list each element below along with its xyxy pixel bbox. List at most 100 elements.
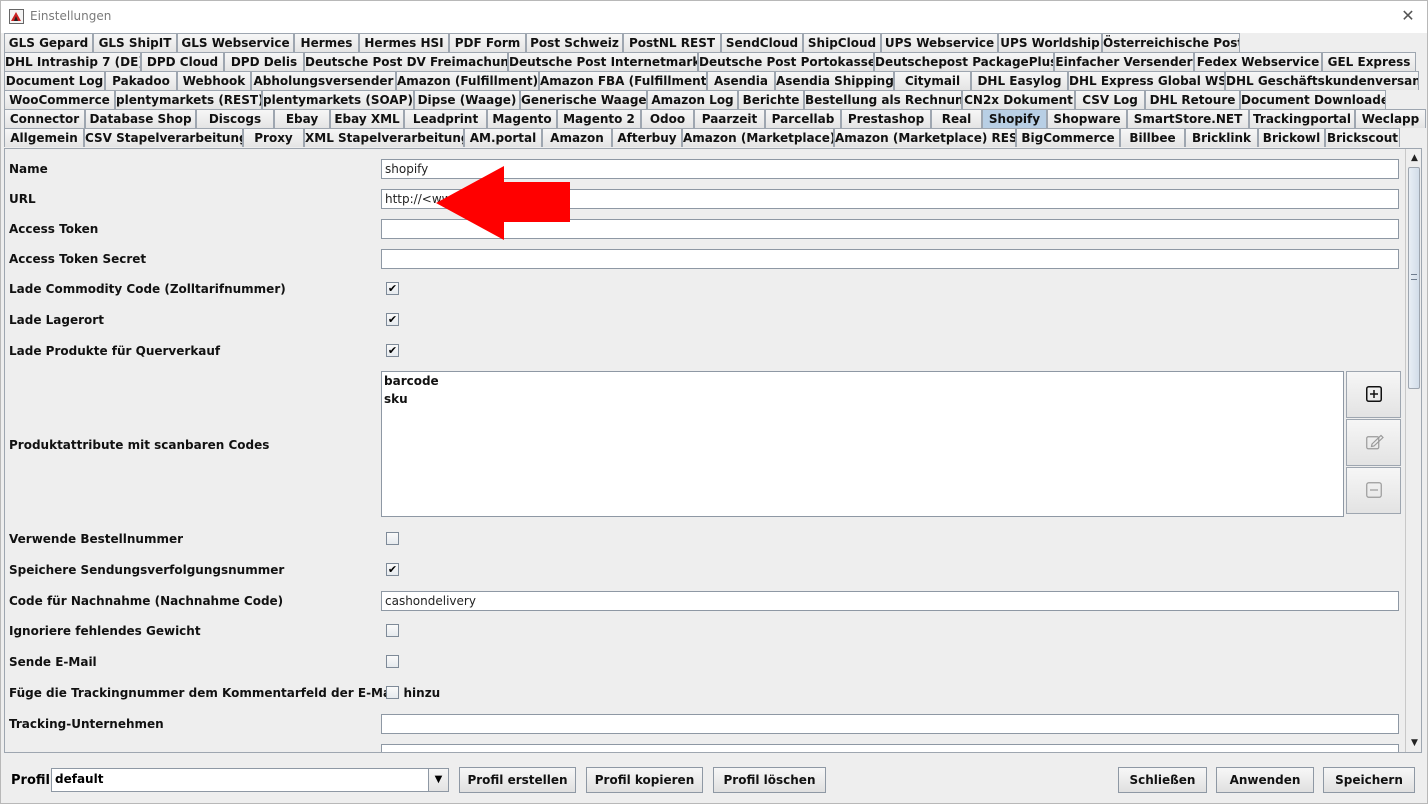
fuege-tracking-checkbox[interactable] [386,686,399,699]
tab-connector[interactable]: Connector [4,109,85,128]
tab-real[interactable]: Real [931,109,982,128]
tab-cn2x-dokument[interactable]: CN2x Dokument [962,90,1075,109]
tab-weclapp[interactable]: Weclapp [1355,109,1426,128]
tab-dhl-easylog[interactable]: DHL Easylog [971,71,1068,90]
tracking-unternehmen-field[interactable] [381,714,1399,734]
tab-abholungsversender[interactable]: Abholungsversender [251,71,396,90]
tab-amazon-marketplace[interactable]: Amazon (Marketplace) [682,128,834,147]
tab-document-downloader[interactable]: Document Downloader [1240,90,1386,109]
tab-dipse-waage[interactable]: Dipse (Waage) [414,90,520,109]
verwende-bestellnummer-checkbox[interactable] [386,532,399,545]
ignoriere-gewicht-checkbox[interactable] [386,624,399,637]
tab-dhl-express-global-ws[interactable]: DHL Express Global WS [1068,71,1225,90]
remove-attribute-button[interactable] [1346,467,1401,514]
tab-gls-webservice[interactable]: GLS Webservice [177,33,294,52]
tab-gel-express[interactable]: GEL Express [1322,52,1416,71]
tab-deutsche-post-dv-freimachung[interactable]: Deutsche Post DV Freimachung [304,52,508,71]
list-item[interactable]: barcode [382,372,1343,390]
sende-email-checkbox[interactable] [386,655,399,668]
tab-citymail[interactable]: Citymail [894,71,971,90]
close-button[interactable]: Schließen [1118,767,1207,793]
scroll-up-arrow-icon[interactable]: ▲ [1408,152,1421,164]
scroll-down-arrow-icon[interactable]: ▼ [1408,737,1421,749]
tab-prestashop[interactable]: Prestashop [841,109,931,128]
tab-berichte[interactable]: Berichte [738,90,804,109]
tab-amazon-log[interactable]: Amazon Log [647,90,738,109]
profile-delete-button[interactable]: Profil löschen [713,767,826,793]
tab-asendia[interactable]: Asendia [707,71,775,90]
tab-shopware[interactable]: Shopware [1047,109,1127,128]
tab-brickscout[interactable]: Brickscout [1325,128,1400,147]
tab-ebay[interactable]: Ebay [274,109,330,128]
tab-csv-log[interactable]: CSV Log [1075,90,1145,109]
tab-csv-stapelverarbeitung[interactable]: CSV Stapelverarbeitung [84,128,243,147]
tab-dhl-retoure[interactable]: DHL Retoure [1145,90,1240,109]
tab-woocommerce[interactable]: WooCommerce [4,90,115,109]
profile-create-button[interactable]: Profil erstellen [459,767,576,793]
tab-dpd-cloud[interactable]: DPD Cloud [141,52,224,71]
tab-deutsche-post-internetmarke[interactable]: Deutsche Post Internetmarke [508,52,698,71]
tab-xml-stapelverarbeitung[interactable]: XML Stapelverarbeitung [304,128,464,147]
tab-dhl-geschäftskundenversand[interactable]: DHL Geschäftskundenversand [1225,71,1419,90]
tab-paarzeit[interactable]: Paarzeit [694,109,765,128]
lade-produkte-checkbox[interactable]: ✔ [386,344,399,357]
tab-odoo[interactable]: Odoo [641,109,694,128]
list-item[interactable]: sku [382,390,1343,408]
tab-bestellung-als-rechnung[interactable]: Bestellung als Rechnung [804,90,962,109]
tab-afterbuy[interactable]: Afterbuy [612,128,682,147]
tab-brickowl[interactable]: Brickowl [1258,128,1325,147]
tab-bigcommerce[interactable]: BigCommerce [1016,128,1120,147]
tab-billbee[interactable]: Billbee [1120,128,1185,147]
tab-asendia-shipping[interactable]: Asendia Shipping [775,71,894,90]
tab-einfacher-versender[interactable]: Einfacher Versender [1054,52,1194,71]
tab-ups-worldship[interactable]: UPS Worldship [998,33,1102,52]
tab-hermes[interactable]: Hermes [294,33,359,52]
tab-bricklink[interactable]: Bricklink [1185,128,1258,147]
tab-plentymarkets-soap[interactable]: plentymarkets (SOAP) [262,90,414,109]
next-field[interactable] [381,744,1399,752]
tab-post-schweiz[interactable]: Post Schweiz [526,33,623,52]
tab-ups-webservice[interactable]: UPS Webservice [881,33,998,52]
tab-am-portal[interactable]: AM.portal [464,128,542,147]
tab-amazon-fba-fulfillment[interactable]: Amazon FBA (Fulfillment) [539,71,707,90]
apply-button[interactable]: Anwenden [1216,767,1314,793]
tab-leadprint[interactable]: Leadprint [404,109,487,128]
produktattribute-list[interactable]: barcode sku [381,371,1344,517]
chevron-down-icon[interactable]: ▼ [428,769,448,791]
edit-attribute-button[interactable] [1346,419,1401,466]
speichere-sendung-checkbox[interactable]: ✔ [386,563,399,576]
tab-sendcloud[interactable]: SendCloud [721,33,803,52]
tab-magento[interactable]: Magento [487,109,557,128]
tab-deutsche-post-portokasse[interactable]: Deutsche Post Portokasse [698,52,874,71]
tab-österreichische-post[interactable]: Österreichische Post [1102,33,1240,52]
nachnahme-field[interactable]: cashondelivery [381,591,1399,611]
tab-webhook[interactable]: Webhook [177,71,251,90]
tab-document-log[interactable]: Document Log [4,71,105,90]
tab-dhl-intraship-7-de[interactable]: DHL Intraship 7 (DE) [4,52,141,71]
tab-gls-shipit[interactable]: GLS ShipIT [93,33,177,52]
tab-magento-2[interactable]: Magento 2 [557,109,641,128]
tab-dpd-delis[interactable]: DPD Delis [224,52,304,71]
tab-hermes-hsi[interactable]: Hermes HSI [359,33,449,52]
tab-proxy[interactable]: Proxy [243,128,304,147]
tab-amazon-marketplace-rest[interactable]: Amazon (Marketplace) REST [834,128,1016,147]
tab-pdf-form[interactable]: PDF Form [449,33,526,52]
tab-generische-waage[interactable]: Generische Waage [520,90,647,109]
vertical-scrollbar[interactable]: ▲ ▼ [1405,149,1421,752]
tab-amazon[interactable]: Amazon [542,128,612,147]
tab-shopify[interactable]: Shopify [982,109,1047,128]
profile-select[interactable]: default ▼ [51,768,449,792]
access-token-secret-field[interactable] [381,249,1399,269]
add-attribute-button[interactable] [1346,371,1401,418]
tab-shipcloud[interactable]: ShipCloud [803,33,881,52]
tab-ebay-xml[interactable]: Ebay XML [330,109,404,128]
lade-commodity-checkbox[interactable]: ✔ [386,282,399,295]
tab-fedex-webservice[interactable]: Fedex Webservice [1194,52,1322,71]
tab-plentymarkets-rest[interactable]: plentymarkets (REST) [115,90,262,109]
tab-trackingportal[interactable]: Trackingportal [1249,109,1355,128]
save-button[interactable]: Speichern [1323,767,1415,793]
tab-deutschepost-packageplus[interactable]: Deutschepost PackagePlus [874,52,1054,71]
lade-lagerort-checkbox[interactable]: ✔ [386,313,399,326]
tab-database-shop[interactable]: Database Shop [85,109,196,128]
tab-postnl-rest[interactable]: PostNL REST [623,33,721,52]
